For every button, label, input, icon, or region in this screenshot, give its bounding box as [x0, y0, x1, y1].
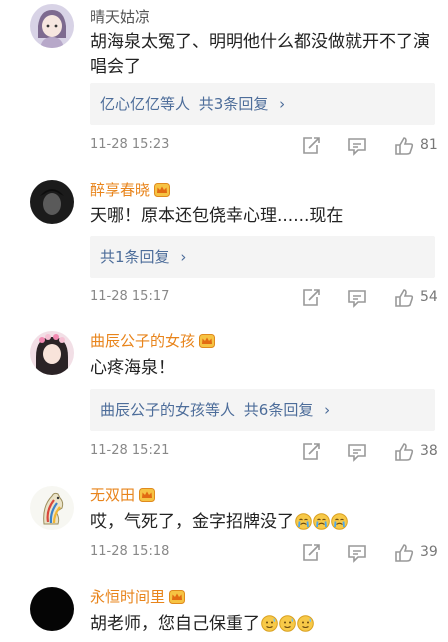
username-text: 曲辰公子的女孩: [90, 332, 196, 350]
like-count: 39: [420, 544, 438, 560]
share-icon[interactable]: [300, 441, 322, 463]
vip-crown-icon: [169, 590, 186, 604]
avatar[interactable]: [30, 4, 74, 48]
avatar[interactable]: [30, 486, 74, 530]
username[interactable]: 无双田: [90, 486, 156, 504]
share-icon[interactable]: [300, 542, 322, 564]
avatar[interactable]: [30, 587, 74, 631]
chevron-right-icon: ›: [324, 401, 331, 419]
reply-summary[interactable]: 亿心亿亿等人 共3条回复 ›: [90, 83, 435, 125]
timestamp: 11-28 15:17: [90, 289, 170, 304]
comment-icon[interactable]: [346, 287, 368, 309]
comment-text: 哎，气死了，金字招牌没了: [90, 510, 435, 535]
like-count: 54: [420, 289, 438, 305]
comment-text-body: 哎，气死了，金字招牌没了: [90, 512, 294, 532]
share-icon[interactable]: [300, 287, 322, 309]
reply-count: 共3条回复: [198, 95, 269, 113]
comment-meta: 11-28 15:18 39: [90, 542, 438, 564]
comment-meta: 11-28 15:23 81: [90, 135, 438, 157]
reply-link[interactable]: 共1条回复 ›: [100, 247, 186, 267]
reply-link[interactable]: 亿心亿亿等人 共3条回复 ›: [100, 94, 285, 114]
comment-text: 天哪！原本还包侥幸心理......现在: [90, 206, 344, 226]
avatar[interactable]: [30, 180, 74, 224]
chevron-right-icon: ›: [180, 248, 187, 266]
chevron-right-icon: ›: [279, 95, 286, 113]
crying-emoji-icon: [331, 513, 348, 530]
timestamp: 11-28 15:18: [90, 544, 170, 559]
comment-icon[interactable]: [346, 542, 368, 564]
comment-text: 胡海泉太冤了、明明他什么都没做就开不了演唱会了: [90, 32, 430, 77]
username[interactable]: 永恒时间里: [90, 588, 186, 606]
comment-icon[interactable]: [346, 441, 368, 463]
comment-text: 胡老师，您自己保重了: [90, 612, 435, 637]
username[interactable]: 曲辰公子的女孩: [90, 332, 216, 350]
comment-meta: 11-28 15:21 38: [90, 441, 438, 463]
share-icon[interactable]: [300, 135, 322, 157]
vip-crown-icon: [154, 183, 171, 197]
crying-emoji-icon: [295, 513, 312, 530]
reply-count: 共1条回复: [100, 248, 170, 266]
like-icon[interactable]: [393, 135, 415, 157]
comment-text-body: 胡老师，您自己保重了: [90, 614, 260, 634]
timestamp: 11-28 15:21: [90, 443, 170, 458]
like-icon[interactable]: [393, 441, 415, 463]
sweat-emoji-icon: [297, 615, 314, 632]
reply-link[interactable]: 曲辰公子的女孩等人 共6条回复 ›: [100, 400, 330, 420]
like-count: 38: [420, 443, 438, 459]
vip-crown-icon: [199, 334, 216, 348]
crying-emoji-icon: [313, 513, 330, 530]
like-icon[interactable]: [393, 542, 415, 564]
reply-names: 曲辰公子的女孩等人: [100, 401, 236, 419]
vip-crown-icon: [139, 488, 156, 502]
like-icon[interactable]: [393, 287, 415, 309]
sweat-emoji-icon: [261, 615, 278, 632]
reply-names: 亿心亿亿等人: [100, 95, 191, 113]
comment-meta: 11-28 15:17 54: [90, 287, 438, 309]
reply-summary[interactable]: 曲辰公子的女孩等人 共6条回复 ›: [90, 389, 435, 431]
like-count: 81: [420, 137, 438, 153]
timestamp: 11-28 15:23: [90, 137, 170, 152]
avatar[interactable]: [30, 331, 74, 375]
username-text: 无双田: [90, 486, 136, 504]
username-text: 永恒时间里: [90, 588, 166, 606]
comment-icon[interactable]: [346, 135, 368, 157]
username-text: 醉享春晓: [90, 181, 151, 199]
username[interactable]: 醉享春晓: [90, 181, 171, 199]
reply-summary[interactable]: 共1条回复 ›: [90, 236, 435, 278]
comment-text: 心疼海泉！: [90, 358, 175, 378]
sweat-emoji-icon: [279, 615, 296, 632]
reply-count: 共6条回复: [243, 401, 314, 419]
username[interactable]: 晴天姑凉: [90, 8, 150, 26]
